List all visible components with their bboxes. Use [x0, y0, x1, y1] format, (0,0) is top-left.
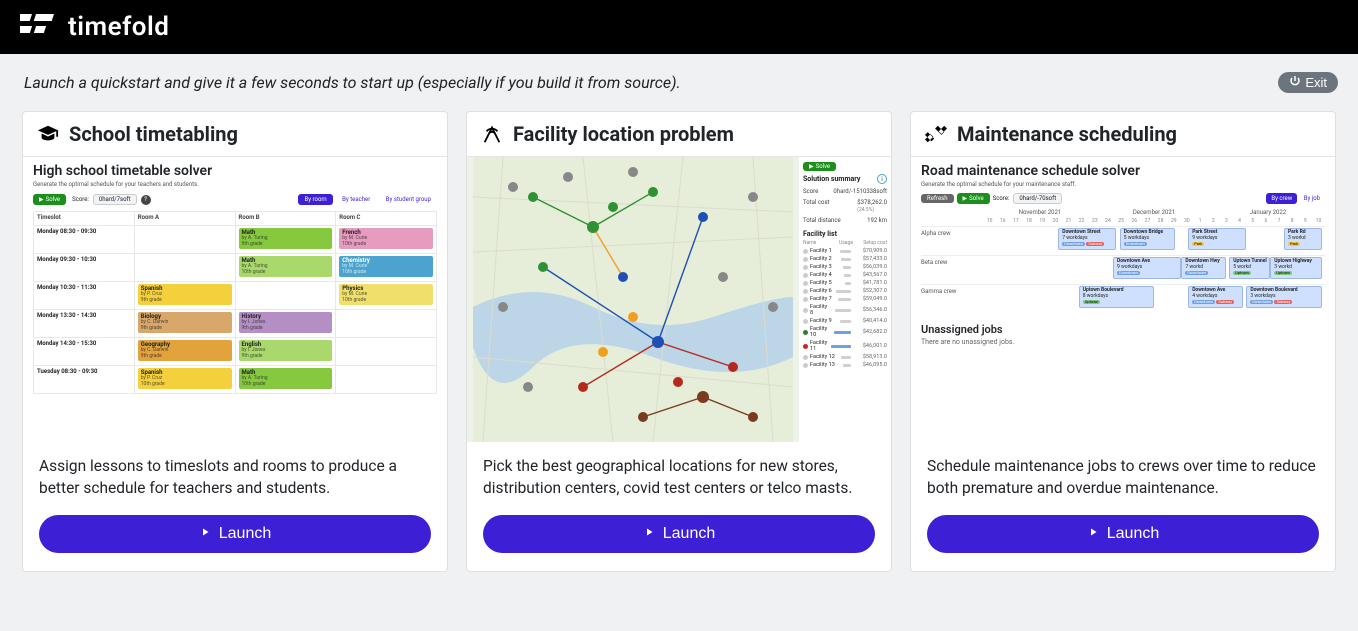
table-row: Monday 14:30 - 15:30Geographyby C. Darwi…: [34, 338, 437, 366]
play-icon: [199, 525, 211, 543]
list-item[interactable]: Facility 4 $43,567.0: [803, 272, 887, 278]
table-row: Monday 09:30 - 10:30Mathby A. Turing10th…: [34, 254, 437, 282]
tab-by-student-group[interactable]: By student group: [380, 194, 437, 205]
brand: timefold: [20, 12, 169, 42]
graduation-cap-icon: [37, 123, 59, 145]
solve-button[interactable]: ▶ Solve: [803, 162, 836, 171]
facility-list-title: Facility list: [803, 230, 887, 238]
tools-icon: [925, 123, 947, 145]
unassigned-title: Unassigned jobs: [921, 323, 1325, 336]
gantt-task[interactable]: Uptown Highway3 workdUptown: [1270, 257, 1321, 279]
map-side-panel: ▶ Solve Solution summary i Score0hard/-1…: [799, 157, 891, 442]
card-facility-location: Facility location problem: [466, 111, 892, 572]
list-item[interactable]: Facility 11 $46,001.0: [803, 340, 887, 352]
gantt-task[interactable]: Downtown Ave9 workdaysDowntown: [1113, 257, 1181, 279]
play-icon: [1087, 525, 1099, 543]
tab-by-room[interactable]: By room: [298, 194, 332, 205]
brand-name: timefold: [68, 12, 169, 42]
topbar: timefold: [0, 0, 1358, 54]
card-header: Maintenance scheduling: [911, 112, 1335, 157]
table-row: Monday 08:30 - 09:30Mathby A. Turing9th …: [34, 226, 437, 254]
refresh-button[interactable]: Refresh: [921, 194, 954, 203]
gantt-task[interactable]: Downtown Bridge5 workdaysDowntown: [1120, 228, 1175, 250]
preview-title: High school timetable solver: [33, 163, 437, 179]
table-row: Monday 10:30 - 11:30Spanishby P. Cruz9th…: [34, 282, 437, 310]
gantt-task[interactable]: Downtown Boulevard3 workdaysDowntown Sub…: [1246, 286, 1321, 308]
list-item[interactable]: Facility 13 $46,095.0: [803, 362, 887, 368]
card-description: Assign lessons to timeslots and rooms to…: [23, 442, 447, 509]
gantt-task[interactable]: Park Street9 workdaysPark: [1188, 228, 1246, 250]
launch-button[interactable]: Launch: [39, 515, 431, 553]
list-item[interactable]: Facility 12 $58,913.0: [803, 354, 887, 360]
gantt-task[interactable]: Downtown Hwy7 workdDowntown: [1181, 257, 1225, 279]
tab-by-job[interactable]: By job: [1299, 193, 1325, 204]
list-item[interactable]: Facility 9 $40,414.0: [803, 318, 887, 324]
exit-label: Exit: [1305, 75, 1327, 90]
card-description: Pick the best geographical locations for…: [467, 442, 891, 509]
card-header: School timetabling: [23, 112, 447, 157]
antenna-icon: [481, 123, 503, 145]
preview-title: Road maintenance schedule solver: [921, 163, 1325, 179]
logo-icon: [20, 14, 54, 40]
card-title: Facility location problem: [513, 122, 734, 146]
card-school-timetabling: School timetabling High school timetable…: [22, 111, 448, 572]
solve-button[interactable]: ▶ Solve: [957, 193, 990, 204]
solve-button[interactable]: ▶ Solve: [33, 194, 66, 205]
unassigned-empty: There are no unassigned jobs.: [921, 338, 1325, 346]
help-icon[interactable]: ?: [141, 195, 151, 205]
cards-grid: School timetabling High school timetable…: [0, 105, 1358, 592]
map-canvas[interactable]: [467, 157, 799, 442]
preview-subtitle: Generate the optimal schedule for your t…: [33, 181, 437, 188]
launch-button[interactable]: Launch: [483, 515, 875, 553]
intro-text: Launch a quickstart and give it a few se…: [24, 73, 681, 92]
table-row: Monday 13:30 - 14:30Biologyby C. Darwin9…: [34, 310, 437, 338]
launch-button[interactable]: Launch: [927, 515, 1319, 553]
table-row: Gamma crew Uptown Boulevard8 workdaysUpt…: [921, 284, 1325, 313]
list-item[interactable]: Facility 3 $56,039.0: [803, 264, 887, 270]
view-tabs: By room By teacher By student group: [296, 196, 437, 203]
card-description: Schedule maintenance jobs to crews over …: [911, 442, 1335, 509]
list-item[interactable]: Facility 7 $59,049.0: [803, 296, 887, 302]
score-chip: Score: 0hard/-70soft: [993, 193, 1063, 204]
table-row: Alpha crew Downtown Street7 workdaysDown…: [921, 226, 1325, 255]
summary-title: Solution summary: [803, 175, 860, 183]
info-icon[interactable]: i: [877, 174, 887, 184]
list-item[interactable]: Facility 5 $41,781.0: [803, 280, 887, 286]
card-title: Maintenance scheduling: [957, 122, 1177, 146]
card-preview: ▶ Solve Solution summary i Score0hard/-1…: [467, 157, 891, 442]
list-item[interactable]: Facility 10 $42,682.0: [803, 326, 887, 338]
exit-button[interactable]: Exit: [1278, 72, 1338, 93]
intro-row: Launch a quickstart and give it a few se…: [0, 54, 1358, 105]
list-item[interactable]: Facility 1 $70,909.0: [803, 248, 887, 254]
gantt-task[interactable]: Downtown Street7 workdaysDowntown Subway: [1058, 228, 1116, 250]
tab-by-teacher[interactable]: By teacher: [336, 194, 376, 205]
play-icon: [643, 525, 655, 543]
gantt-task[interactable]: Downtown Ave4 workdaysDowntown Subway: [1188, 286, 1243, 308]
table-row: Tuesday 08:30 - 09:30Spanishby P. Cruz10…: [34, 366, 437, 394]
card-maintenance-scheduling: Maintenance scheduling Road maintenance …: [910, 111, 1336, 572]
gantt-task[interactable]: Park Rd3 workdPark: [1284, 228, 1322, 250]
list-item[interactable]: Facility 6 $52,307.0: [803, 288, 887, 294]
table-row: Beta crew Downtown Ave9 workdaysDowntown…: [921, 255, 1325, 284]
tab-by-crew[interactable]: By crew: [1266, 193, 1297, 204]
list-item[interactable]: Facility 8 $56,346.0: [803, 304, 887, 316]
list-item[interactable]: Facility 2 $57,433.0: [803, 256, 887, 262]
gantt-task[interactable]: Uptown Boulevard8 workdaysUptown: [1079, 286, 1154, 308]
card-title: School timetabling: [69, 122, 238, 146]
timetable-grid: Timeslot Room A Room B Room C Monday 08:…: [33, 211, 437, 394]
power-icon: [1289, 75, 1301, 90]
preview-subtitle: Generate the optimal schedule for your m…: [921, 181, 1325, 188]
card-preview: Road maintenance schedule solver Generat…: [911, 157, 1335, 442]
score-chip: Score: 0hard/7soft ?: [72, 194, 150, 205]
card-preview: High school timetable solver Generate th…: [23, 157, 447, 442]
gantt-task[interactable]: Uptown Tunnel5 workdUptown: [1229, 257, 1270, 279]
card-header: Facility location problem: [467, 112, 891, 157]
